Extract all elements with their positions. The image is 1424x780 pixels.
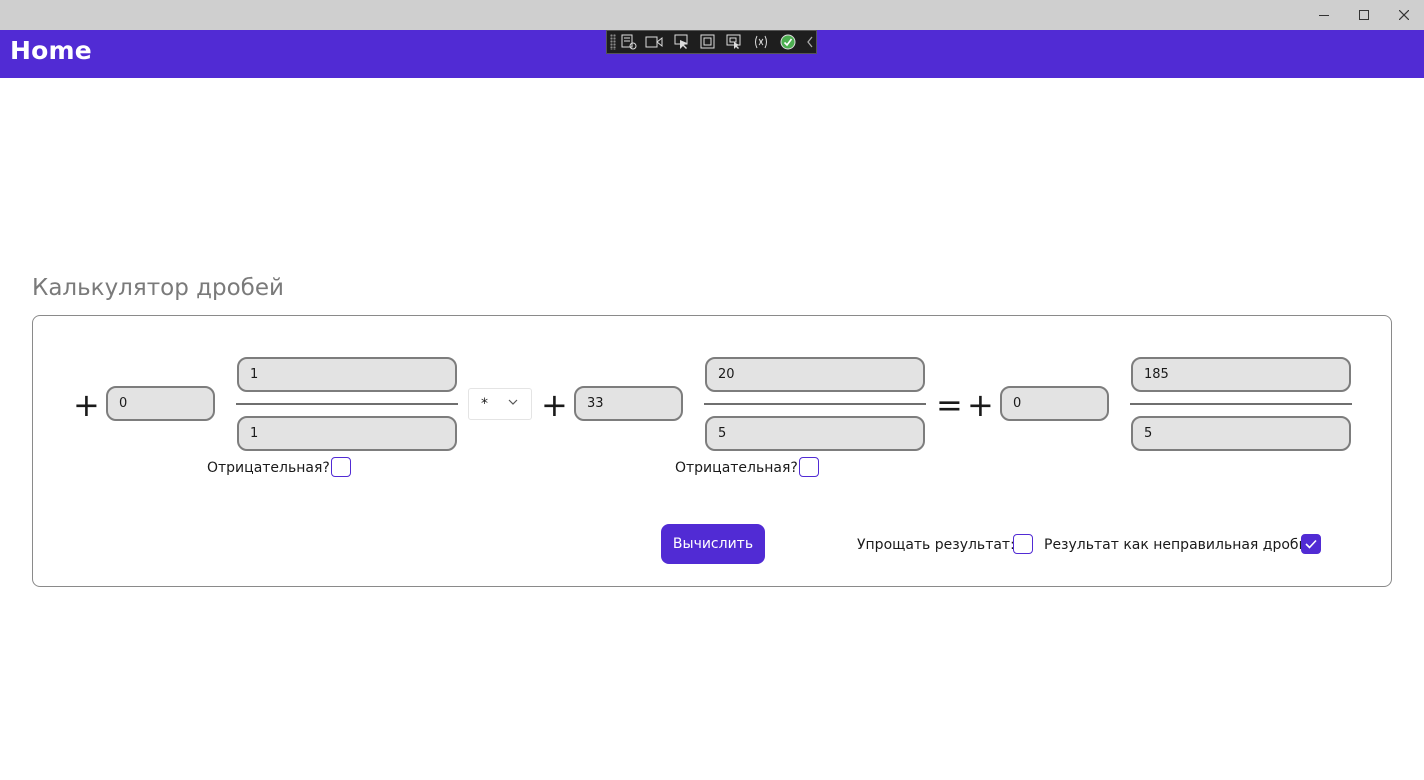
left-negative-checkbox[interactable] (331, 457, 351, 477)
select-element-icon[interactable] (672, 33, 692, 51)
calculator-heading: Калькулятор дробей (32, 275, 284, 301)
xaml-debug-toolbar (606, 30, 817, 54)
maximize-icon (1359, 10, 1369, 20)
result-numerator-input[interactable]: 185 (1131, 357, 1351, 392)
left-negative-label: Отрицательная? (207, 460, 330, 476)
right-whole-input[interactable]: 33 (574, 386, 683, 421)
binding-failures-icon[interactable] (751, 33, 771, 51)
right-numerator-input[interactable]: 20 (705, 357, 925, 392)
result-whole-input[interactable]: 0 (1000, 386, 1109, 421)
operator-value: * (481, 396, 488, 412)
improper-fraction-label: Результат как неправильная дробь: (1044, 537, 1312, 553)
collapse-toolbar-icon[interactable] (800, 33, 820, 51)
display-layout-adorners-icon[interactable] (698, 33, 718, 51)
maximize-button[interactable] (1344, 0, 1384, 30)
close-button[interactable] (1384, 0, 1424, 30)
calculate-button[interactable]: Вычислить (661, 524, 765, 564)
left-sign: + (73, 386, 100, 424)
toolbar-grip-icon[interactable] (610, 34, 616, 50)
result-fraction-bar (1130, 403, 1352, 405)
right-denominator-input[interactable]: 5 (705, 416, 925, 451)
result-denominator-input[interactable]: 5 (1131, 416, 1351, 451)
simplify-label: Упрощать результат: (857, 537, 1015, 553)
minimize-icon (1319, 15, 1329, 16)
result-sign: + (967, 386, 994, 424)
operator-picker[interactable]: * (468, 388, 532, 420)
left-fraction-bar (236, 403, 458, 405)
right-negative-checkbox[interactable] (799, 457, 819, 477)
right-negative-label: Отрицательная? (675, 460, 798, 476)
hot-reload-status-icon[interactable] (778, 33, 798, 51)
left-numerator-input[interactable]: 1 (237, 357, 457, 392)
page-title: Home (10, 36, 92, 65)
window-titlebar (0, 0, 1424, 30)
app-toolbar-icon[interactable] (619, 33, 639, 51)
right-sign: + (541, 386, 568, 424)
left-denominator-input[interactable]: 1 (237, 416, 457, 451)
video-camera-icon[interactable] (644, 33, 664, 51)
chevron-down-icon (508, 399, 518, 405)
track-focused-element-icon[interactable] (724, 33, 744, 51)
checkmark-icon (1305, 539, 1317, 549)
equals-sign: = (936, 386, 963, 424)
improper-fraction-checkbox[interactable] (1301, 534, 1321, 554)
right-fraction-bar (704, 403, 926, 405)
close-icon (1399, 10, 1409, 20)
minimize-button[interactable] (1304, 0, 1344, 30)
left-whole-input[interactable]: 0 (106, 386, 215, 421)
simplify-checkbox[interactable] (1013, 534, 1033, 554)
